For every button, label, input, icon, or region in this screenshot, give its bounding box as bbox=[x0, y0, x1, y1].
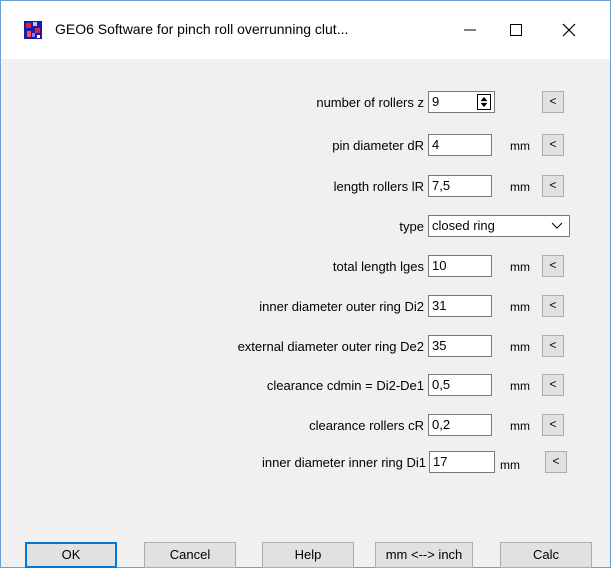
label-number-of-rollers: number of rollers z bbox=[316, 95, 424, 110]
length-rollers-input[interactable]: 7,5 bbox=[428, 175, 492, 197]
set-number-of-rollers-button[interactable]: < bbox=[542, 91, 564, 113]
cancel-button[interactable]: Cancel bbox=[144, 542, 236, 568]
row-pin-diameter: pin diameter dR 4 mm < bbox=[0, 134, 609, 158]
maximize-icon bbox=[510, 24, 522, 36]
label-external-diameter-outer-ring: external diameter outer ring De2 bbox=[237, 339, 424, 354]
row-inner-diameter-inner-ring: inner diameter inner ring Di1 17 mm < bbox=[0, 451, 609, 475]
set-external-diameter-outer-ring-button[interactable]: < bbox=[542, 335, 564, 357]
clearance-cdmin-unit: mm bbox=[510, 379, 530, 393]
dialog-window: GEO6 Software for pinch roll overrunning… bbox=[0, 0, 611, 568]
row-total-length: total length lges 10 mm < bbox=[0, 255, 609, 279]
ok-button[interactable]: OK bbox=[25, 542, 117, 568]
set-inner-diameter-outer-ring-button[interactable]: < bbox=[542, 295, 564, 317]
label-clearance-rollers: clearance rollers cR bbox=[309, 418, 424, 433]
label-clearance-cdmin: clearance cdmin = Di2-De1 bbox=[266, 378, 424, 393]
external-diameter-outer-ring-unit: mm bbox=[510, 340, 530, 354]
set-total-length-button[interactable]: < bbox=[542, 255, 564, 277]
title-bar[interactable]: GEO6 Software for pinch roll overrunning… bbox=[1, 1, 610, 59]
set-clearance-cdmin-button[interactable]: < bbox=[542, 374, 564, 396]
minimize-icon bbox=[464, 29, 476, 31]
inner-diameter-inner-ring-unit: mm bbox=[500, 458, 520, 472]
type-select[interactable]: closed ring bbox=[428, 215, 570, 237]
row-type: type closed ring bbox=[0, 215, 609, 239]
label-type: type bbox=[399, 219, 424, 234]
label-length-rollers: length rollers lR bbox=[333, 179, 424, 194]
spin-updown-icon[interactable] bbox=[477, 94, 491, 110]
inner-diameter-outer-ring-input[interactable]: 31 bbox=[428, 295, 492, 317]
label-inner-diameter-inner-ring: inner diameter inner ring Di1 bbox=[261, 455, 426, 470]
minimize-button[interactable] bbox=[447, 1, 493, 59]
row-clearance-cdmin: clearance cdmin = Di2-De1 0,5 mm < bbox=[0, 374, 609, 398]
clearance-rollers-input[interactable]: 0,2 bbox=[428, 414, 492, 436]
row-length-rollers: length rollers lR 7,5 mm < bbox=[0, 175, 609, 199]
window-title: GEO6 Software for pinch roll overrunning… bbox=[55, 21, 349, 37]
clearance-rollers-unit: mm bbox=[510, 419, 530, 433]
unit-toggle-button[interactable]: mm <--> inch bbox=[375, 542, 473, 568]
pin-diameter-input[interactable]: 4 bbox=[428, 134, 492, 156]
label-inner-diameter-outer-ring: inner diameter outer ring Di2 bbox=[259, 299, 424, 314]
calc-button[interactable]: Calc bbox=[500, 542, 592, 568]
external-diameter-outer-ring-input[interactable]: 35 bbox=[428, 335, 492, 357]
set-inner-diameter-inner-ring-button[interactable]: < bbox=[545, 451, 567, 473]
row-clearance-rollers: clearance rollers cR 0,2 mm < bbox=[0, 414, 609, 438]
label-pin-diameter: pin diameter dR bbox=[332, 138, 424, 153]
type-selected-value: closed ring bbox=[432, 218, 495, 233]
pin-diameter-unit: mm bbox=[510, 139, 530, 153]
row-inner-diameter-outer-ring: inner diameter outer ring Di2 31 mm < bbox=[0, 295, 609, 319]
close-icon bbox=[562, 23, 576, 37]
number-of-rollers-value: 9 bbox=[432, 94, 440, 109]
label-total-length: total length lges bbox=[332, 259, 424, 274]
number-of-rollers-spinner[interactable]: 9 bbox=[428, 91, 495, 113]
set-length-rollers-button[interactable]: < bbox=[542, 175, 564, 197]
clearance-cdmin-input[interactable]: 0,5 bbox=[428, 374, 492, 396]
inner-diameter-inner-ring-input[interactable]: 17 bbox=[429, 451, 495, 473]
inner-diameter-outer-ring-unit: mm bbox=[510, 300, 530, 314]
set-pin-diameter-button[interactable]: < bbox=[542, 134, 564, 156]
length-rollers-unit: mm bbox=[510, 180, 530, 194]
row-number-of-rollers: number of rollers z 9 < bbox=[0, 91, 609, 115]
set-clearance-rollers-button[interactable]: < bbox=[542, 414, 564, 436]
total-length-unit: mm bbox=[510, 260, 530, 274]
app-icon bbox=[24, 21, 42, 39]
close-button[interactable] bbox=[546, 1, 592, 59]
maximize-button[interactable] bbox=[493, 1, 539, 59]
row-external-diameter-outer-ring: external diameter outer ring De2 35 mm < bbox=[0, 335, 609, 359]
chevron-down-icon bbox=[551, 222, 563, 229]
total-length-input[interactable]: 10 bbox=[428, 255, 492, 277]
help-button[interactable]: Help bbox=[262, 542, 354, 568]
